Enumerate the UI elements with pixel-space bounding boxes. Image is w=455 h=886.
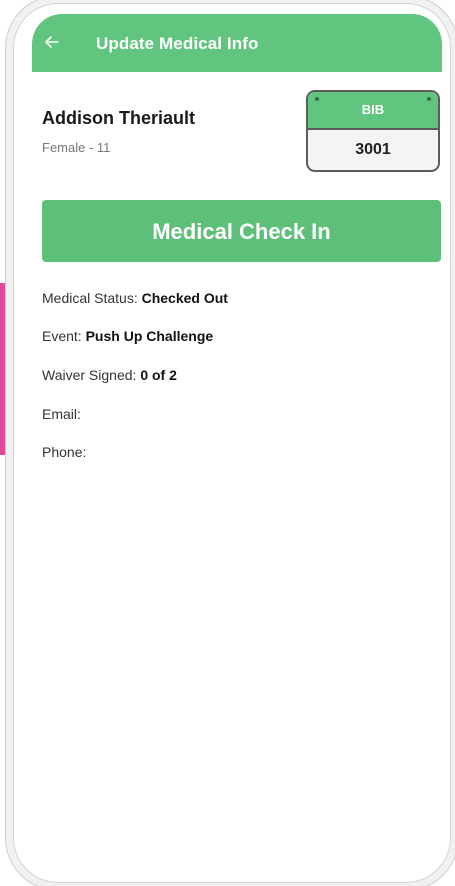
page-title: Update Medical Info: [96, 34, 259, 53]
medical-status-value: Checked Out: [141, 290, 228, 306]
bib-card: BIB 3001: [306, 90, 440, 172]
athlete-details: Female - 11: [42, 140, 111, 155]
app-bar: Update Medical Info: [32, 14, 442, 72]
bib-number: 3001: [355, 141, 391, 158]
waiver-label: Waiver Signed:: [42, 367, 141, 383]
bib-label: BIB: [361, 102, 385, 117]
email-row: Email:: [42, 406, 81, 422]
medical-status-label: Medical Status:: [42, 290, 142, 306]
waiver-value: 0 of 2: [140, 367, 177, 383]
bib-header: BIB: [308, 92, 438, 130]
email-label: Email:: [42, 406, 81, 422]
bib-dot-right: [427, 97, 431, 101]
medical-status-row: Medical Status: Checked Out: [42, 290, 228, 306]
event-row: Event: Push Up Challenge: [42, 328, 213, 344]
waiver-row: Waiver Signed: 0 of 2: [42, 367, 177, 383]
event-value: Push Up Challenge: [85, 328, 214, 344]
athlete-name: Addison Theriault: [42, 108, 195, 128]
phone-label: Phone:: [42, 444, 87, 460]
phone-row: Phone:: [42, 444, 86, 460]
medical-check-in-button[interactable]: Medical Check In: [42, 200, 441, 262]
event-label: Event:: [42, 328, 86, 344]
bib-dot-left: [315, 97, 319, 101]
app-screen: Update Medical Info Addison Theriault Fe…: [32, 14, 442, 870]
arrow-left-icon[interactable]: [42, 32, 62, 52]
